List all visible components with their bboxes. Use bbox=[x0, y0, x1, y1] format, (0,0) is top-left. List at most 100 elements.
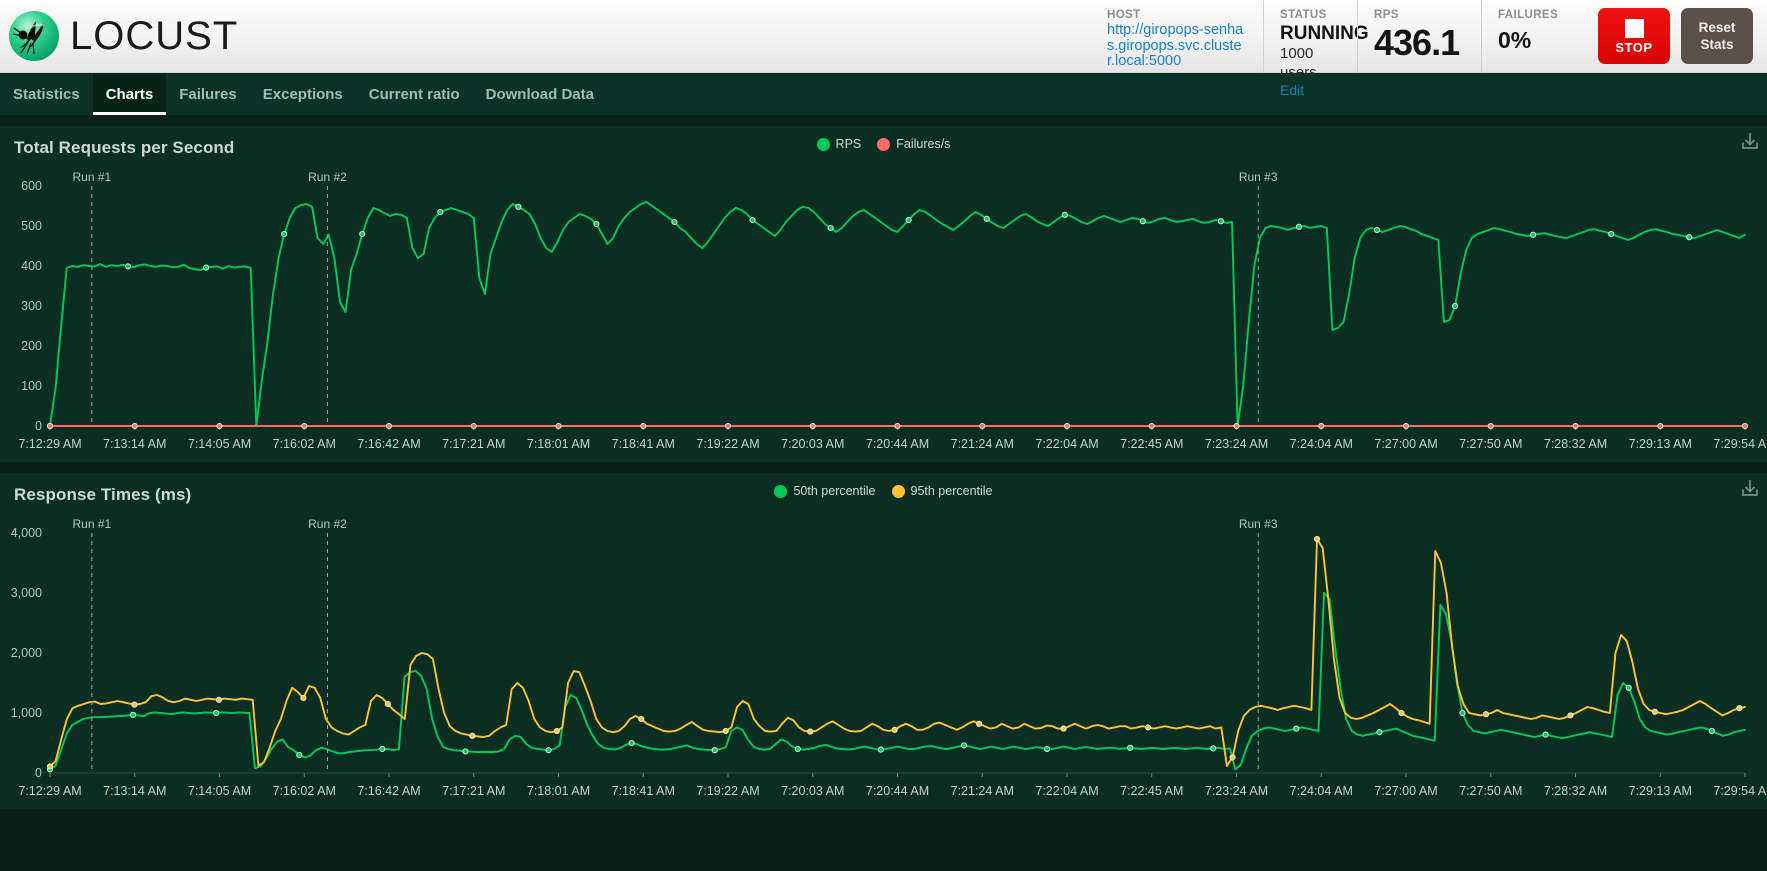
nav-tabs: Statistics Charts Failures Exceptions Cu… bbox=[0, 73, 1767, 115]
legend-dot-p50 bbox=[774, 484, 788, 498]
svg-text:7:12:29 AM: 7:12:29 AM bbox=[18, 437, 81, 451]
chart-header-rps: Total Requests per Second RPS Failures/s bbox=[0, 126, 1767, 172]
chart-panel-response-times: Response Times (ms) 50th percentile 95th… bbox=[0, 473, 1767, 809]
svg-text:7:27:00 AM: 7:27:00 AM bbox=[1374, 437, 1437, 451]
svg-text:300: 300 bbox=[21, 299, 42, 313]
svg-text:7:21:24 AM: 7:21:24 AM bbox=[951, 784, 1014, 798]
tab-current-ratio[interactable]: Current ratio bbox=[356, 73, 473, 115]
svg-text:7:17:21 AM: 7:17:21 AM bbox=[442, 437, 505, 451]
svg-text:7:20:44 AM: 7:20:44 AM bbox=[866, 784, 929, 798]
svg-text:7:20:03 AM: 7:20:03 AM bbox=[781, 437, 844, 451]
plot-rps[interactable]: 0 100 200 300 400 500 600 7:12:29 AM 7:13:14 AM 7… bbox=[0, 170, 1767, 462]
legend-item-rps[interactable]: RPS bbox=[816, 137, 862, 151]
svg-text:7:20:44 AM: 7:20:44 AM bbox=[866, 437, 929, 451]
svg-text:7:16:42 AM: 7:16:42 AM bbox=[357, 437, 420, 451]
svg-text:4,000: 4,000 bbox=[11, 526, 42, 540]
rps-value: 436.1 bbox=[1374, 22, 1460, 63]
rps-block: RPS 436.1 bbox=[1357, 0, 1481, 73]
legend-dot-rps bbox=[816, 137, 830, 151]
svg-text:7:28:32 AM: 7:28:32 AM bbox=[1544, 784, 1607, 798]
svg-text:7:14:05 AM: 7:14:05 AM bbox=[188, 784, 251, 798]
header-buttons: STOP Reset Stats bbox=[1598, 8, 1753, 64]
tab-statistics[interactable]: Statistics bbox=[0, 73, 93, 115]
legend-item-failures[interactable]: Failures/s bbox=[877, 137, 950, 151]
edit-link[interactable]: Edit bbox=[1280, 82, 1341, 99]
run-marker-label: Run #3 bbox=[1238, 170, 1278, 184]
svg-text:200: 200 bbox=[21, 339, 42, 353]
nav-chart-gap bbox=[0, 115, 1767, 126]
tab-charts[interactable]: Charts bbox=[92, 73, 167, 115]
brand: LOCUST bbox=[0, 8, 238, 64]
chart-separator-gap bbox=[0, 462, 1767, 473]
legend-label-failures: Failures/s bbox=[896, 137, 951, 151]
legend-label-p50: 50th percentile bbox=[793, 484, 876, 498]
run-marker-label: Run #2 bbox=[308, 517, 347, 531]
svg-text:7:24:04 AM: 7:24:04 AM bbox=[1290, 784, 1353, 798]
svg-text:7:21:24 AM: 7:21:24 AM bbox=[951, 437, 1014, 451]
svg-text:7:27:00 AM: 7:27:00 AM bbox=[1374, 784, 1437, 798]
svg-text:7:24:04 AM: 7:24:04 AM bbox=[1290, 437, 1353, 451]
host-block: HOST http://giropops-senhas.giropops.svc… bbox=[1091, 0, 1263, 73]
svg-text:7:29:54 AM: 7:29:54 AM bbox=[1713, 437, 1767, 451]
svg-text:1,000: 1,000 bbox=[11, 706, 42, 720]
svg-text:7:17:21 AM: 7:17:21 AM bbox=[442, 784, 505, 798]
legend-dot-p95 bbox=[891, 484, 905, 498]
tab-exceptions[interactable]: Exceptions bbox=[250, 73, 356, 115]
svg-text:7:18:01 AM: 7:18:01 AM bbox=[527, 784, 590, 798]
svg-text:7:20:03 AM: 7:20:03 AM bbox=[781, 784, 844, 798]
host-label: HOST bbox=[1107, 9, 1141, 21]
svg-text:7:19:22 AM: 7:19:22 AM bbox=[696, 784, 759, 798]
svg-text:7:16:02 AM: 7:16:02 AM bbox=[273, 437, 336, 451]
svg-text:7:22:04 AM: 7:22:04 AM bbox=[1035, 437, 1098, 451]
host-link[interactable]: http://giropops-senhas.giropops.svc.clus… bbox=[1107, 22, 1247, 70]
svg-text:7:23:24 AM: 7:23:24 AM bbox=[1205, 437, 1268, 451]
svg-text:7:19:22 AM: 7:19:22 AM bbox=[696, 437, 759, 451]
legend-dot-failures bbox=[877, 137, 891, 151]
svg-text:2,000: 2,000 bbox=[11, 646, 42, 660]
reset-stats-button[interactable]: Reset Stats bbox=[1681, 8, 1753, 64]
svg-text:7:22:45 AM: 7:22:45 AM bbox=[1120, 437, 1183, 451]
svg-text:7:22:45 AM: 7:22:45 AM bbox=[1120, 784, 1183, 798]
svg-text:7:14:05 AM: 7:14:05 AM bbox=[188, 437, 251, 451]
svg-text:7:13:14 AM: 7:13:14 AM bbox=[103, 437, 166, 451]
legend-label-rps: RPS bbox=[835, 137, 862, 151]
plot-response-times[interactable]: 0 1,000 2,000 3,000 4,000 7:12:29 AM 7:13:14 A… bbox=[0, 517, 1767, 809]
rps-label: RPS bbox=[1374, 9, 1399, 21]
tab-download-data[interactable]: Download Data bbox=[473, 73, 607, 115]
chart-title-response-times: Response Times (ms) bbox=[14, 485, 192, 504]
legend-item-p50[interactable]: 50th percentile bbox=[774, 484, 876, 498]
svg-text:7:29:13 AM: 7:29:13 AM bbox=[1629, 437, 1692, 451]
svg-text:600: 600 bbox=[21, 179, 42, 193]
status-block: STATUS RUNNING 1000 users Edit bbox=[1263, 0, 1369, 98]
svg-text:100: 100 bbox=[21, 379, 42, 393]
run-marker-label: Run #3 bbox=[1238, 517, 1278, 531]
run-marker-label: Run #2 bbox=[308, 170, 347, 184]
chart-title-rps: Total Requests per Second bbox=[14, 138, 235, 157]
svg-text:7:18:01 AM: 7:18:01 AM bbox=[527, 437, 590, 451]
svg-text:500: 500 bbox=[21, 219, 42, 233]
download-icon[interactable] bbox=[1739, 130, 1761, 152]
tab-failures[interactable]: Failures bbox=[166, 73, 250, 115]
stop-button[interactable]: STOP bbox=[1598, 8, 1670, 64]
stop-button-label: STOP bbox=[1615, 40, 1653, 55]
legend-item-p95[interactable]: 95th percentile bbox=[891, 484, 993, 498]
status-value: RUNNING bbox=[1280, 23, 1369, 44]
svg-text:7:18:41 AM: 7:18:41 AM bbox=[612, 784, 675, 798]
svg-text:7:29:54 AM: 7:29:54 AM bbox=[1713, 784, 1767, 798]
svg-text:7:23:24 AM: 7:23:24 AM bbox=[1205, 784, 1268, 798]
status-users: 1000 users bbox=[1280, 45, 1317, 81]
download-icon[interactable] bbox=[1739, 477, 1761, 499]
legend-label-p95: 95th percentile bbox=[910, 484, 993, 498]
svg-text:7:18:41 AM: 7:18:41 AM bbox=[612, 437, 675, 451]
svg-text:7:16:02 AM: 7:16:02 AM bbox=[273, 784, 336, 798]
svg-text:7:27:50 AM: 7:27:50 AM bbox=[1459, 784, 1522, 798]
svg-text:0: 0 bbox=[35, 419, 42, 433]
svg-text:7:22:04 AM: 7:22:04 AM bbox=[1035, 784, 1098, 798]
svg-text:400: 400 bbox=[21, 259, 42, 273]
svg-text:7:16:42 AM: 7:16:42 AM bbox=[357, 784, 420, 798]
failures-value: 0% bbox=[1498, 27, 1532, 53]
brand-name: LOCUST bbox=[70, 13, 239, 58]
stop-square-icon bbox=[1624, 19, 1644, 38]
chart-header-response-times: Response Times (ms) 50th percentile 95th… bbox=[0, 473, 1767, 519]
run-marker-label: Run #1 bbox=[72, 170, 112, 184]
